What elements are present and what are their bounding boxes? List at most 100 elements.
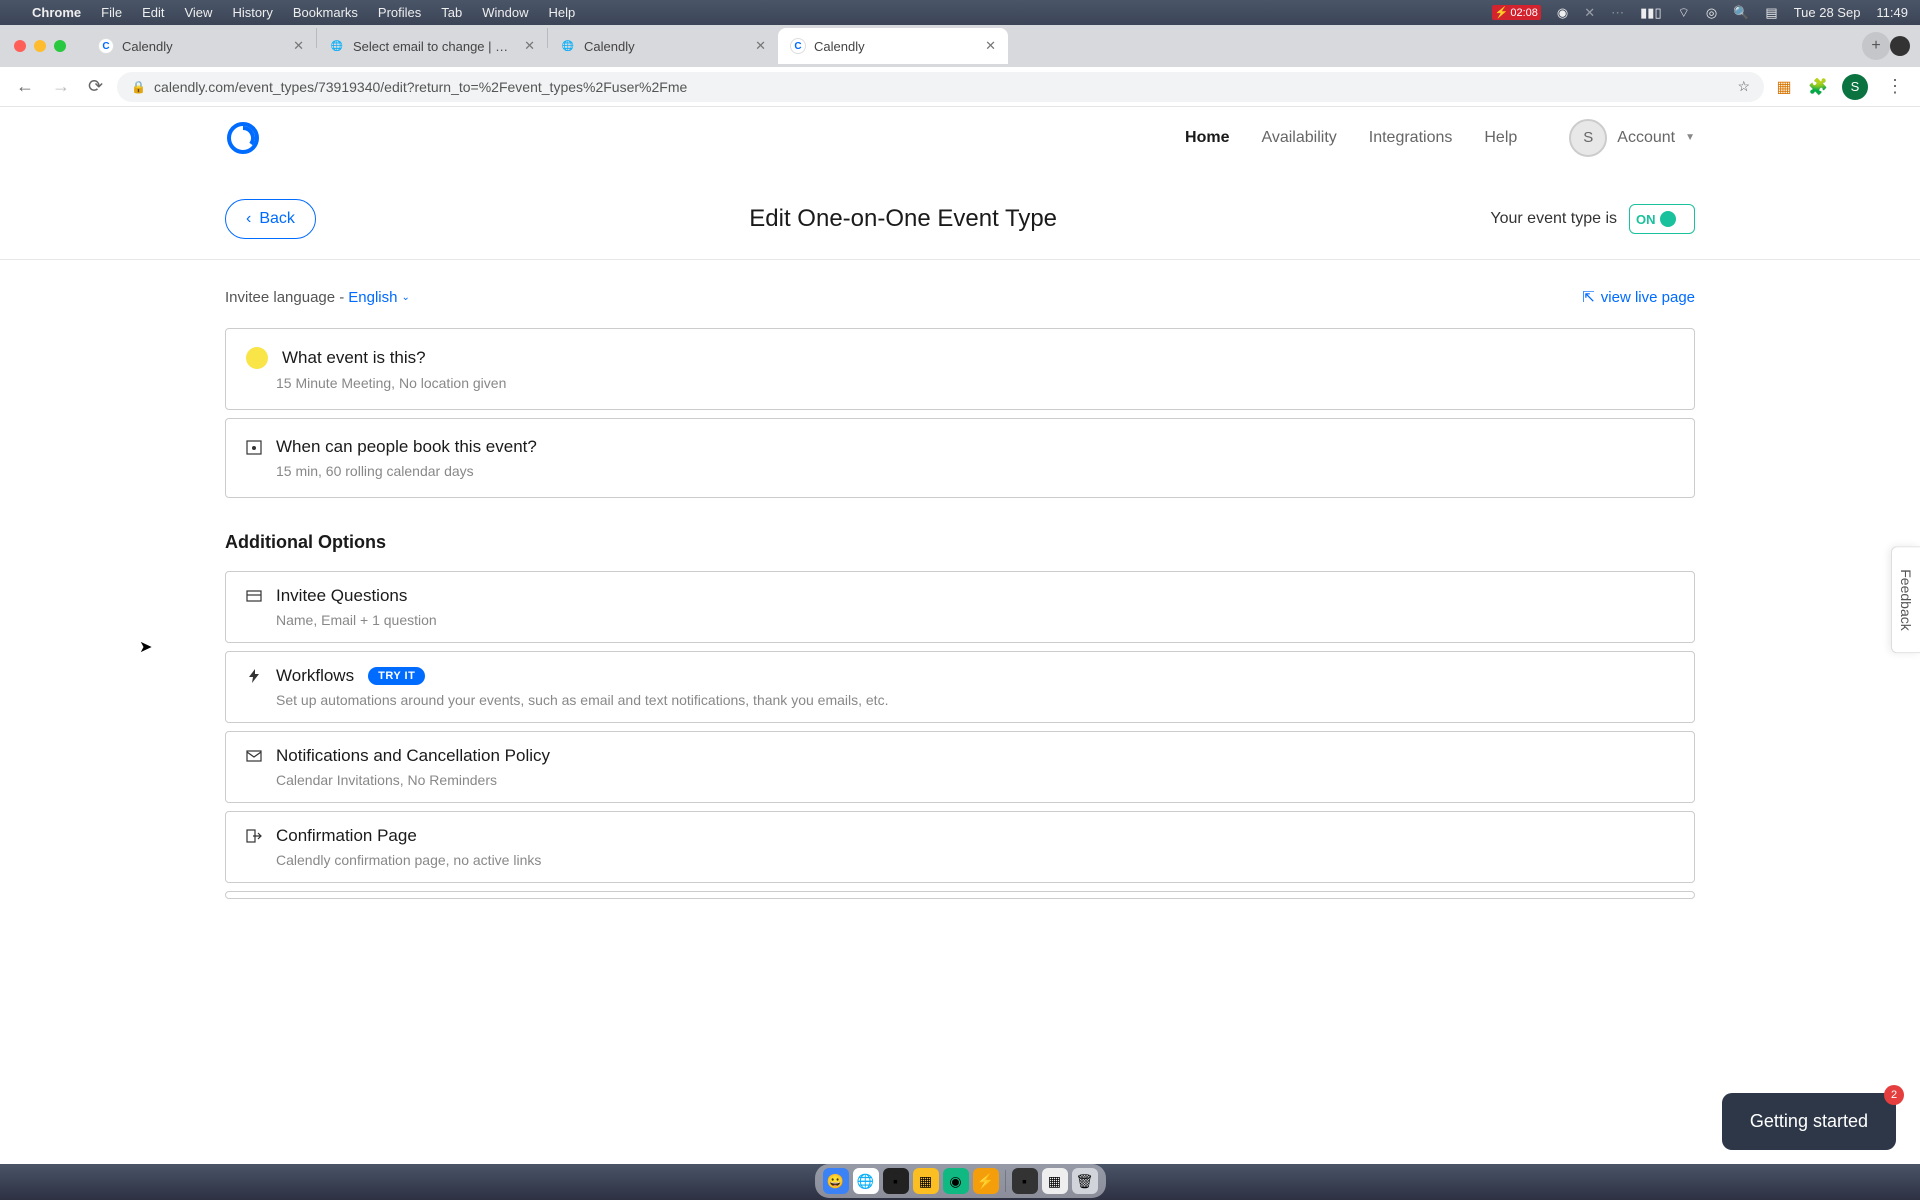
- close-window-button[interactable]: [14, 40, 26, 52]
- external-link-icon: ⇱: [1582, 288, 1595, 306]
- lock-icon: 🔒: [131, 80, 146, 94]
- control-center-icon[interactable]: ◎: [1706, 5, 1717, 21]
- dock-chrome[interactable]: 🌐: [853, 1168, 879, 1194]
- back-button[interactable]: ←: [12, 72, 38, 101]
- profile-avatar[interactable]: S: [1842, 74, 1868, 100]
- dock-finder[interactable]: 😀: [823, 1168, 849, 1194]
- card-invitee-questions[interactable]: Invitee Questions Name, Email + 1 questi…: [225, 571, 1695, 643]
- menu-bookmarks[interactable]: Bookmarks: [293, 5, 358, 20]
- tab-title: Calendly: [814, 39, 977, 54]
- notification-badge: 2: [1884, 1085, 1904, 1105]
- mail-icon: [246, 748, 262, 764]
- language-prefix: Invitee language -: [225, 289, 344, 306]
- form-icon: [246, 588, 262, 604]
- back-button[interactable]: ‹ Back: [225, 199, 316, 239]
- toggle-label: ON: [1636, 212, 1656, 227]
- browser-tab-active[interactable]: C Calendly ✕: [778, 28, 1008, 64]
- dock-trash[interactable]: 🗑: [1072, 1168, 1098, 1194]
- card-workflows[interactable]: Workflows TRY IT Set up automations arou…: [225, 651, 1695, 723]
- card-title: Confirmation Page: [276, 826, 417, 846]
- back-label: Back: [259, 210, 295, 228]
- macos-dock: 😀 🌐 ▪ ▦ ◉ ⚡ ▪ ▦ 🗑: [815, 1164, 1106, 1198]
- maximize-window-button[interactable]: [54, 40, 66, 52]
- dock-app[interactable]: ◉: [943, 1168, 969, 1194]
- language-value: English: [348, 289, 397, 306]
- spotlight-icon[interactable]: 🔍: [1733, 5, 1749, 21]
- reload-button[interactable]: ⟳: [84, 72, 107, 101]
- language-selector[interactable]: English ⌄: [348, 289, 410, 306]
- menu-history[interactable]: History: [232, 5, 272, 20]
- card-when-book[interactable]: When can people book this event? 15 min,…: [225, 418, 1695, 498]
- top-navigation: Home Availability Integrations Help S Ac…: [1185, 119, 1695, 157]
- wifi-icon[interactable]: ⌔: [1678, 5, 1690, 21]
- dock-app[interactable]: ▦: [1042, 1168, 1068, 1194]
- nav-integrations[interactable]: Integrations: [1369, 129, 1453, 147]
- nav-home[interactable]: Home: [1185, 129, 1229, 147]
- extension-icon[interactable]: ▦: [1774, 77, 1794, 97]
- nav-help[interactable]: Help: [1484, 129, 1517, 147]
- status-icon[interactable]: ⋯: [1611, 5, 1624, 21]
- card-notifications[interactable]: Notifications and Cancellation Policy Ca…: [225, 731, 1695, 803]
- time-display[interactable]: 11:49: [1876, 5, 1908, 20]
- chrome-menu-button[interactable]: ⋮: [1882, 72, 1908, 101]
- battery-icon[interactable]: ▮▮▯: [1640, 5, 1661, 21]
- status-icon[interactable]: ✕: [1584, 5, 1595, 21]
- globe-favicon: 🌐: [329, 38, 345, 54]
- card-partial[interactable]: [225, 891, 1695, 899]
- battery-indicator[interactable]: ⚡02:08: [1492, 5, 1541, 20]
- globe-favicon: 🌐: [560, 38, 576, 54]
- browser-tab[interactable]: 🌐 Calendly ✕: [548, 28, 778, 64]
- account-menu[interactable]: S Account ▼: [1569, 119, 1695, 157]
- forward-button[interactable]: →: [48, 72, 74, 101]
- calendar-icon: [246, 439, 262, 455]
- dock-terminal[interactable]: ▪: [883, 1168, 909, 1194]
- tab-close-button[interactable]: ✕: [293, 38, 304, 54]
- language-row: Invitee language - English ⌄ ⇱ view live…: [225, 288, 1695, 306]
- menu-edit[interactable]: Edit: [142, 5, 164, 20]
- menu-window[interactable]: Window: [482, 5, 528, 20]
- lightning-icon: [246, 668, 262, 684]
- extensions-menu-icon[interactable]: 🧩: [1808, 77, 1828, 97]
- menu-profiles[interactable]: Profiles: [378, 5, 421, 20]
- desktop-background: 😀 🌐 ▪ ▦ ◉ ⚡ ▪ ▦ 🗑: [0, 1164, 1920, 1200]
- feedback-tab[interactable]: Feedback: [1891, 546, 1920, 653]
- profile-switcher[interactable]: [1890, 36, 1910, 56]
- card-title: Workflows: [276, 666, 354, 686]
- dock-app[interactable]: ⚡: [973, 1168, 999, 1194]
- tab-title: Calendly: [584, 39, 747, 54]
- calendly-favicon: C: [790, 38, 806, 54]
- event-on-toggle[interactable]: ON: [1629, 204, 1695, 234]
- account-label: Account: [1617, 129, 1675, 147]
- calendly-logo[interactable]: [225, 120, 261, 156]
- status-icon[interactable]: ◉: [1557, 5, 1568, 21]
- card-subtitle: Calendar Invitations, No Reminders: [276, 772, 1674, 788]
- browser-toolbar: ← → ⟳ 🔒 calendly.com/event_types/7391934…: [0, 67, 1920, 107]
- dock-app[interactable]: ▦: [913, 1168, 939, 1194]
- menu-help[interactable]: Help: [549, 5, 576, 20]
- try-it-badge: TRY IT: [368, 667, 425, 685]
- app-menu[interactable]: Chrome: [32, 5, 81, 20]
- section-title: Additional Options: [225, 532, 1695, 553]
- address-bar[interactable]: 🔒 calendly.com/event_types/73919340/edit…: [117, 72, 1764, 102]
- tab-close-button[interactable]: ✕: [985, 38, 996, 54]
- date-display[interactable]: Tue 28 Sep: [1794, 5, 1861, 20]
- browser-tab[interactable]: C Calendly ✕: [86, 28, 316, 64]
- tab-close-button[interactable]: ✕: [524, 38, 535, 54]
- view-live-link[interactable]: ⇱ view live page: [1582, 288, 1695, 306]
- dock-app[interactable]: ▪: [1012, 1168, 1038, 1194]
- tab-close-button[interactable]: ✕: [755, 38, 766, 54]
- new-tab-button[interactable]: +: [1862, 32, 1890, 60]
- star-icon[interactable]: ☆: [1737, 78, 1750, 95]
- nav-availability[interactable]: Availability: [1261, 129, 1336, 147]
- getting-started-button[interactable]: Getting started 2: [1722, 1093, 1896, 1150]
- menu-tab[interactable]: Tab: [441, 5, 462, 20]
- browser-tab[interactable]: 🌐 Select email to change | Djang ✕: [317, 28, 547, 64]
- card-what-event[interactable]: What event is this? 15 Minute Meeting, N…: [225, 328, 1695, 410]
- event-color-dot: [246, 347, 268, 369]
- siri-icon[interactable]: ▤: [1765, 5, 1777, 21]
- tab-title: Select email to change | Djang: [353, 39, 516, 54]
- menu-view[interactable]: View: [184, 5, 212, 20]
- card-confirmation-page[interactable]: Confirmation Page Calendly confirmation …: [225, 811, 1695, 883]
- minimize-window-button[interactable]: [34, 40, 46, 52]
- menu-file[interactable]: File: [101, 5, 122, 20]
